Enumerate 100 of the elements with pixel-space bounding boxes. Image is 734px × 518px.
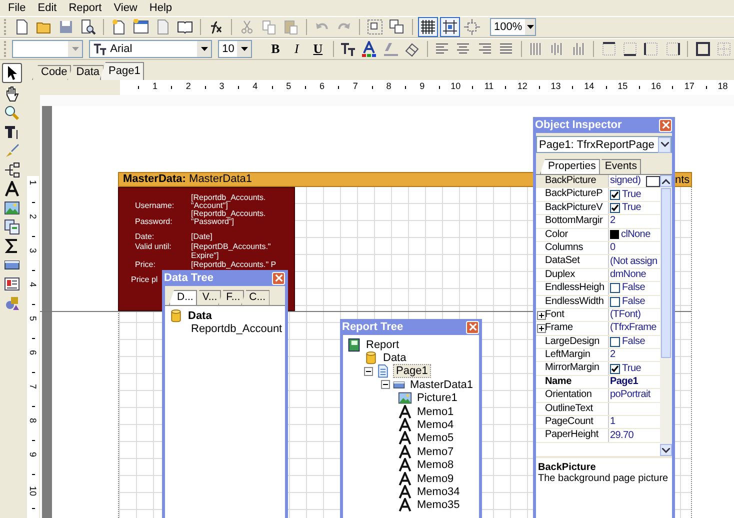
tab[interactable]: Properties	[540, 159, 600, 174]
size-combo[interactable]: 10	[218, 40, 252, 58]
style-button[interactable]: I	[287, 39, 306, 59]
property-name[interactable]: EndlessHeigh	[536, 282, 609, 295]
tree-item[interactable]: Memo8	[415, 459, 456, 472]
window-icon	[133, 19, 149, 35]
memo-text[interactable]: [Reportdb_Accounts.	[191, 210, 266, 218]
memo-text[interactable]: "Password"]	[191, 218, 234, 226]
checkbox[interactable]	[610, 336, 620, 347]
tab[interactable]: F...	[218, 290, 244, 305]
property-name[interactable]: Font	[536, 308, 609, 322]
property-name[interactable]: EndlessWidth	[536, 296, 609, 308]
memo-text[interactable]: Password:	[135, 218, 172, 226]
close-button[interactable]	[466, 320, 479, 334]
toolbar-button[interactable]	[440, 17, 460, 37]
close-button[interactable]	[659, 118, 672, 132]
ellipsis-button[interactable]	[646, 176, 660, 187]
tool-button[interactable]	[2, 199, 22, 216]
property-value: 2	[610, 215, 616, 228]
toolbar-button[interactable]	[365, 17, 385, 37]
memo-text[interactable]: Valid until:	[135, 243, 172, 251]
tree-item[interactable]: Data	[186, 310, 214, 322]
style-button[interactable]: B	[266, 39, 286, 59]
tool-button[interactable]	[2, 275, 22, 292]
tab[interactable]: C...	[241, 290, 270, 305]
tool-button[interactable]	[2, 63, 22, 83]
landscape-icon	[398, 391, 412, 406]
style-button[interactable]: U	[308, 39, 328, 59]
tree-item[interactable]: Picture1	[415, 392, 460, 404]
menu-item[interactable]: View	[108, 2, 144, 14]
tree-item[interactable]: Memo7	[415, 446, 456, 458]
tree-item[interactable]: Memo34	[415, 486, 462, 498]
memo-text[interactable]: "Account"]	[191, 202, 228, 210]
property-name[interactable]: BackPictureV	[536, 202, 609, 214]
property-name[interactable]: Orientation	[536, 389, 609, 402]
tree-item[interactable]: Memo1	[415, 406, 456, 418]
property-name[interactable]: Name	[536, 376, 609, 388]
group-icon	[367, 19, 383, 35]
collapse-toggle[interactable]	[381, 380, 390, 390]
close-button[interactable]	[272, 272, 285, 284]
tree-item[interactable]: Memo35	[415, 499, 462, 512]
tab[interactable]: Code	[32, 65, 72, 80]
property-name[interactable]: MirrorMargin	[536, 362, 609, 375]
property-name[interactable]: BackPicture	[536, 175, 609, 188]
property-name[interactable]: PageCount	[536, 416, 609, 428]
property-name[interactable]: Frame	[536, 322, 609, 335]
menu-item[interactable]: Report	[62, 2, 108, 14]
ruler-number: 10	[450, 81, 462, 91]
property-name[interactable]: BottomMargir	[536, 215, 609, 228]
checkbox[interactable]	[610, 190, 620, 200]
object-combo[interactable]: Page1: TfrxReportPage	[536, 136, 672, 153]
tab[interactable]: Page1	[100, 62, 144, 80]
menu-item[interactable]: Help	[143, 2, 178, 14]
tree-item[interactable]: Page1	[393, 364, 431, 378]
toolbar-button[interactable]	[693, 39, 713, 59]
memo-text[interactable]: Username:	[135, 202, 174, 210]
property-name[interactable]: BackPictureP	[536, 188, 609, 201]
memo-text[interactable]: Price:	[135, 261, 156, 269]
property-name[interactable]: PaperHeight	[536, 429, 609, 442]
collapse-toggle[interactable]	[364, 366, 373, 376]
memo-text[interactable]: [Date]	[191, 233, 212, 241]
checkbox[interactable]	[610, 296, 620, 307]
zoom-combo[interactable]: 100%	[490, 18, 536, 36]
checkbox[interactable]	[610, 202, 620, 213]
scrollbar[interactable]	[660, 175, 672, 456]
property-name[interactable]: Columns	[536, 242, 609, 254]
property-name[interactable]: LeftMargin	[536, 349, 609, 362]
property-name[interactable]: Duplex	[536, 268, 609, 282]
checkbox[interactable]	[610, 283, 620, 294]
tool-button[interactable]	[2, 161, 22, 178]
tool-button[interactable]	[2, 218, 22, 235]
font-combo[interactable]: Arial	[89, 40, 212, 58]
memo-text[interactable]: Price pl	[131, 276, 158, 284]
property-name[interactable]: LargeDesign	[536, 336, 609, 348]
property-name[interactable]: DataSet	[536, 255, 609, 268]
panel-title: Object Inspector	[535, 119, 622, 131]
expand-toggle[interactable]	[537, 324, 546, 334]
tree-item[interactable]: Memo4	[415, 419, 456, 432]
toolbar-button[interactable]	[418, 17, 438, 37]
tab[interactable]: D...	[169, 290, 198, 305]
menu-item[interactable]: Edit	[32, 2, 63, 14]
tree-item[interactable]: Memo9	[415, 472, 456, 485]
tree-item[interactable]: Memo5	[415, 432, 456, 444]
tool-button[interactable]	[2, 104, 22, 121]
memo-text[interactable]: Date:	[135, 233, 154, 241]
memo-text[interactable]: [Reportdb_Accounts." P	[191, 261, 276, 269]
memo-text[interactable]: [Reportdb_Accounts.	[191, 194, 266, 202]
expand-toggle[interactable]	[537, 310, 546, 320]
memo-text[interactable]: Expire"]	[191, 252, 219, 260]
tree-item[interactable]: Report	[364, 338, 402, 351]
tree-item[interactable]: MasterData1	[408, 378, 475, 391]
tool-button[interactable]	[2, 180, 22, 197]
checkbox[interactable]	[610, 364, 620, 374]
property-name[interactable]: Color	[536, 228, 609, 241]
property-name[interactable]: OutlineText	[536, 402, 609, 416]
memo-text[interactable]: [ReportDB_Accounts."	[191, 243, 271, 251]
menu-item[interactable]: File	[2, 2, 32, 14]
tree-item[interactable]: Reportdb_Account	[189, 323, 284, 336]
hand-icon	[4, 86, 20, 102]
tree-item[interactable]: Data	[381, 352, 408, 364]
